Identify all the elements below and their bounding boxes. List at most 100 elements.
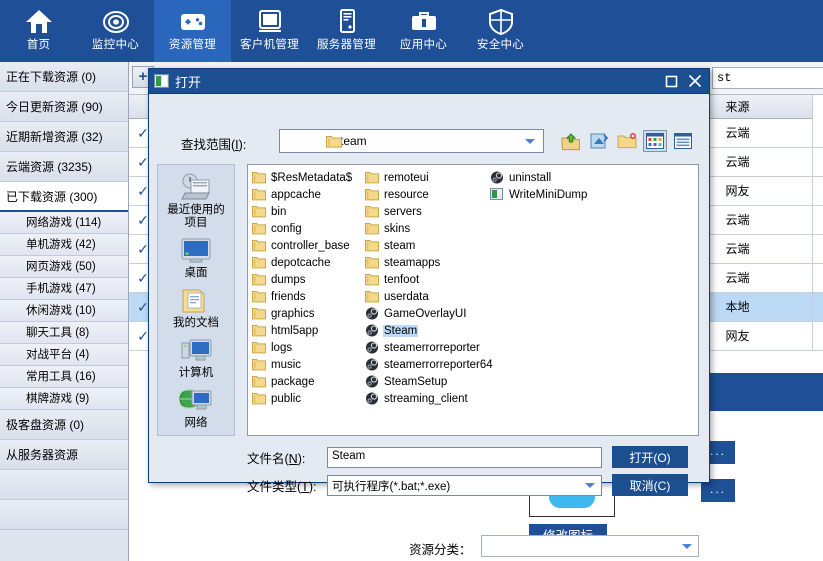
file-item[interactable]: userdata — [365, 288, 490, 305]
new-folder-icon[interactable] — [615, 130, 639, 152]
cancel-dialog-button[interactable]: 取消(C) — [612, 474, 688, 496]
file-item[interactable]: steamapps — [365, 254, 490, 271]
folder-icon — [252, 324, 266, 337]
shield-icon — [486, 5, 516, 39]
category-select[interactable] — [481, 535, 699, 557]
sidebar-item-14[interactable]: 极客盘资源 (0) — [0, 410, 128, 440]
maximize-icon[interactable] — [665, 75, 678, 88]
file-item-label: steam — [384, 239, 416, 252]
file-item[interactable]: $ResMetadata$ — [252, 169, 365, 186]
folder-icon — [365, 256, 379, 269]
lookin-combobox[interactable]: steam — [279, 129, 544, 153]
sidebar-item-8[interactable]: 手机游戏 (47) — [0, 278, 128, 300]
sidebar-item-2[interactable]: 近期新增资源 (32) — [0, 122, 128, 152]
nav-item-resources[interactable]: 资源管理 — [154, 0, 231, 62]
sidebar-item-label: 今日更新资源 (90) — [6, 100, 103, 114]
nav-item-home[interactable]: 首页 — [0, 0, 77, 62]
sidebar-item-label: 正在下载资源 (0) — [6, 70, 97, 84]
sidebar-item-12[interactable]: 常用工具 (16) — [0, 366, 128, 388]
file-item[interactable]: controller_base — [252, 237, 365, 254]
file-item[interactable]: depotcache — [252, 254, 365, 271]
dialog-bottom: 文件名(N): Steam 打开(O) 文件类型(T): 可执行程序(*.bat… — [247, 446, 699, 502]
file-item[interactable]: Steam — [365, 322, 490, 339]
file-item[interactable]: music — [252, 356, 365, 373]
recent-folder-icon[interactable] — [587, 130, 611, 152]
desktop-icon — [179, 237, 213, 265]
file-item[interactable]: remoteui — [365, 169, 490, 186]
place-item-label: 我的文档 — [173, 317, 219, 329]
steam-app-icon — [365, 392, 379, 405]
filetype-row: 文件类型(T): 可执行程序(*.bat;*.exe) 取消(C) — [247, 474, 699, 496]
file-item[interactable]: GameOverlayUI — [365, 305, 490, 322]
file-item[interactable]: steamerrorreporter — [365, 339, 490, 356]
sidebar-item-9[interactable]: 休闲游戏 (10) — [0, 300, 128, 322]
file-item[interactable]: resource — [365, 186, 490, 203]
file-item[interactable]: html5app — [252, 322, 365, 339]
nav-item-clients[interactable]: 客户机管理 — [231, 0, 308, 62]
view-list-icon[interactable] — [671, 130, 695, 152]
file-item-label: WriteMiniDump — [509, 188, 588, 201]
file-item[interactable]: package — [252, 373, 365, 390]
lookin-label: 查找范围(I): — [181, 138, 247, 152]
file-item[interactable]: graphics — [252, 305, 365, 322]
file-item[interactable]: streaming_client — [365, 390, 490, 407]
sidebar-item-15[interactable]: 从服务器资源 — [0, 440, 128, 470]
file-item[interactable]: bin — [252, 203, 365, 220]
sidebar-item-1[interactable]: 今日更新资源 (90) — [0, 92, 128, 122]
file-item[interactable]: steam — [365, 237, 490, 254]
nav-item-monitor[interactable]: 监控中心 — [77, 0, 154, 62]
gamepad-icon — [178, 5, 208, 39]
file-item[interactable]: config — [252, 220, 365, 237]
place-item-4[interactable]: 网络 — [158, 380, 234, 430]
place-item-2[interactable]: 我的文档 — [158, 280, 234, 330]
file-item[interactable]: WriteMiniDump — [490, 186, 615, 203]
dialog-title-bar[interactable]: 打开 — [149, 69, 709, 94]
sidebar-item-13[interactable]: 棋牌游戏 (9) — [0, 388, 128, 410]
sidebar-item-5[interactable]: 网络游戏 (114) — [0, 212, 128, 234]
chevron-down-icon[interactable] — [525, 139, 535, 144]
file-item[interactable]: public — [252, 390, 365, 407]
sidebar-item-0[interactable]: 正在下载资源 (0) — [0, 62, 128, 92]
up-folder-icon[interactable] — [559, 130, 583, 152]
nav-item-home-label: 首页 — [26, 39, 51, 51]
place-item-3[interactable]: 计算机 — [158, 330, 234, 380]
sidebar-item-label: 网络游戏 (114) — [26, 217, 102, 229]
file-item[interactable]: dumps — [252, 271, 365, 288]
file-item[interactable]: logs — [252, 339, 365, 356]
file-item[interactable]: uninstall — [490, 169, 615, 186]
folder-icon — [252, 290, 266, 303]
file-item[interactable]: friends — [252, 288, 365, 305]
file-item[interactable]: SteamSetup — [365, 373, 490, 390]
nav-item-servers[interactable]: 服务器管理 — [308, 0, 385, 62]
open-button[interactable]: 打开(O) — [612, 446, 688, 468]
sidebar-item-4[interactable]: 已下载资源 (300) — [0, 182, 128, 212]
sidebar-item-6[interactable]: 单机游戏 (42) — [0, 234, 128, 256]
close-icon[interactable] — [688, 74, 702, 88]
file-list[interactable]: $ResMetadata$ appcache bin config controller… — [247, 164, 699, 436]
folder-icon — [365, 222, 379, 235]
file-item-label: music — [271, 358, 302, 371]
file-item[interactable]: appcache — [252, 186, 365, 203]
filename-input[interactable]: Steam — [327, 446, 602, 468]
chevron-down-icon[interactable] — [585, 482, 595, 488]
search-input[interactable] — [712, 67, 823, 89]
nav-item-apps[interactable]: 应用中心 — [385, 0, 462, 62]
folder-icon — [365, 171, 379, 184]
file-column-2: remoteui resource servers skins steam steamap… — [365, 169, 493, 407]
file-item[interactable]: servers — [365, 203, 490, 220]
sidebar-item-11[interactable]: 对战平台 (4) — [0, 344, 128, 366]
file-item-label: servers — [384, 205, 422, 218]
file-item[interactable]: tenfoot — [365, 271, 490, 288]
filetype-select[interactable]: 可执行程序(*.bat;*.exe) — [327, 474, 602, 496]
folder-icon — [252, 341, 266, 354]
sidebar-item-10[interactable]: 聊天工具 (8) — [0, 322, 128, 344]
sidebar-item-7[interactable]: 网页游戏 (50) — [0, 256, 128, 278]
place-item-1[interactable]: 桌面 — [158, 230, 234, 280]
sidebar-item-3[interactable]: 云端资源 (3235) — [0, 152, 128, 182]
category-label: 资源分类： — [409, 543, 472, 557]
view-tiles-icon[interactable] — [643, 130, 667, 152]
place-item-0[interactable]: 最近使用的 项目 — [158, 165, 234, 230]
file-item[interactable]: skins — [365, 220, 490, 237]
nav-item-security[interactable]: 安全中心 — [462, 0, 539, 62]
file-item[interactable]: steamerrorreporter64 — [365, 356, 493, 373]
